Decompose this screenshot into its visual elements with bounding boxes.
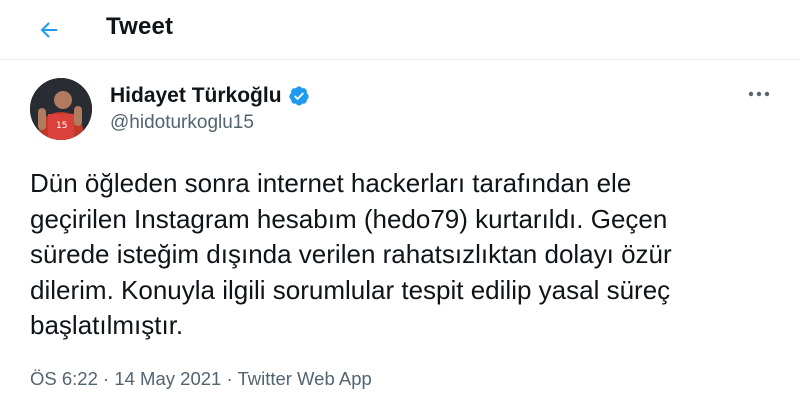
arrow-left-icon[interactable]	[37, 18, 61, 42]
author-name-text[interactable]: Hidayet Türkoğlu	[110, 84, 282, 108]
tweet-text-line: sürede isteğim dışında verilen rahatsızl…	[30, 239, 672, 269]
more-horizontal-icon[interactable]	[748, 91, 770, 97]
tweet-text-line: geçirilen Instagram hesabım (hedo79) kur…	[30, 203, 668, 234]
meta-separator: ·	[226, 368, 233, 389]
tweet-source[interactable]: Twitter Web App	[237, 368, 371, 389]
tweet-time[interactable]: ÖS 6:22	[30, 368, 98, 389]
verified-badge-icon	[288, 86, 309, 106]
tweet-date[interactable]: 14 May 2021	[114, 368, 221, 389]
tweet-text-line: başlatılmıştır.	[30, 310, 184, 340]
top-bar: Tweet	[0, 0, 800, 60]
tweet-metadata: ÖS 6:22 · 14 May 2021 · Twitter Web App	[30, 368, 372, 390]
tweet-text: Dün öğleden sonra internet hackerları ta…	[30, 166, 750, 344]
meta-separator: ·	[103, 368, 110, 389]
avatar-image: 15	[30, 78, 92, 140]
svg-text:15: 15	[56, 121, 67, 131]
avatar[interactable]: 15	[30, 78, 92, 140]
tweet-text-line: dilerim. Konuyla ilgili sorumlular tespi…	[30, 274, 671, 305]
author-name[interactable]: Hidayet Türkoğlu	[110, 84, 310, 108]
back-button[interactable]	[30, 12, 68, 48]
author-handle[interactable]: @hidoturkoglu15	[110, 112, 254, 134]
tweet-text-line: Dün öğleden sonra internet hackerları ta…	[30, 168, 632, 198]
page-title: Tweet	[106, 13, 174, 40]
more-options-button[interactable]	[744, 82, 774, 106]
